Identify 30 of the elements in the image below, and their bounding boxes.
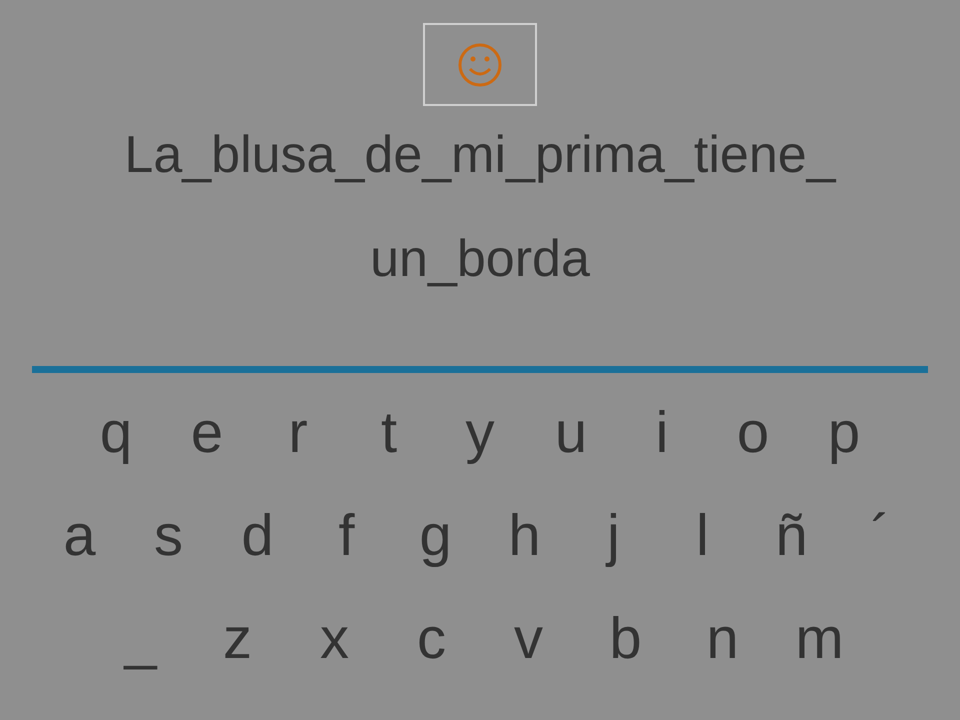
letter-key[interactable]: h <box>480 500 569 572</box>
sentence-line: un_borda <box>370 229 590 290</box>
sentence-line: La_blusa_de_mi_prima_tiene_ <box>124 125 836 186</box>
letter-key[interactable]: c <box>383 603 480 675</box>
letter-key[interactable]: s <box>124 500 213 572</box>
letter-key[interactable]: t <box>344 397 434 469</box>
letter-key[interactable]: ´ <box>836 500 925 572</box>
letter-key[interactable]: b <box>577 603 674 675</box>
smiley-icon <box>457 42 503 88</box>
letter-key[interactable]: z <box>189 603 286 675</box>
letter-key[interactable]: q <box>70 397 162 469</box>
letter-key[interactable]: r <box>252 397 344 469</box>
letter-key[interactable]: j <box>569 500 658 572</box>
letter-key[interactable]: g <box>391 500 480 572</box>
letter-key[interactable]: i <box>616 397 708 469</box>
letter-key[interactable]: o <box>708 397 798 469</box>
letter-key[interactable]: y <box>434 397 526 469</box>
letter-key[interactable]: l <box>658 500 747 572</box>
letter-key[interactable]: _ <box>92 603 189 675</box>
letter-key[interactable]: f <box>302 500 391 572</box>
letter-key[interactable]: x <box>286 603 383 675</box>
letter-key[interactable]: d <box>213 500 302 572</box>
letter-key[interactable]: n <box>674 603 771 675</box>
letter-key[interactable]: u <box>526 397 616 469</box>
letter-key[interactable]: v <box>480 603 577 675</box>
letter-key[interactable]: m <box>771 603 868 675</box>
letter-key[interactable]: ñ <box>747 500 836 572</box>
letter-key[interactable]: p <box>798 397 890 469</box>
letter-key[interactable]: e <box>162 397 252 469</box>
letter-key[interactable]: a <box>35 500 124 572</box>
